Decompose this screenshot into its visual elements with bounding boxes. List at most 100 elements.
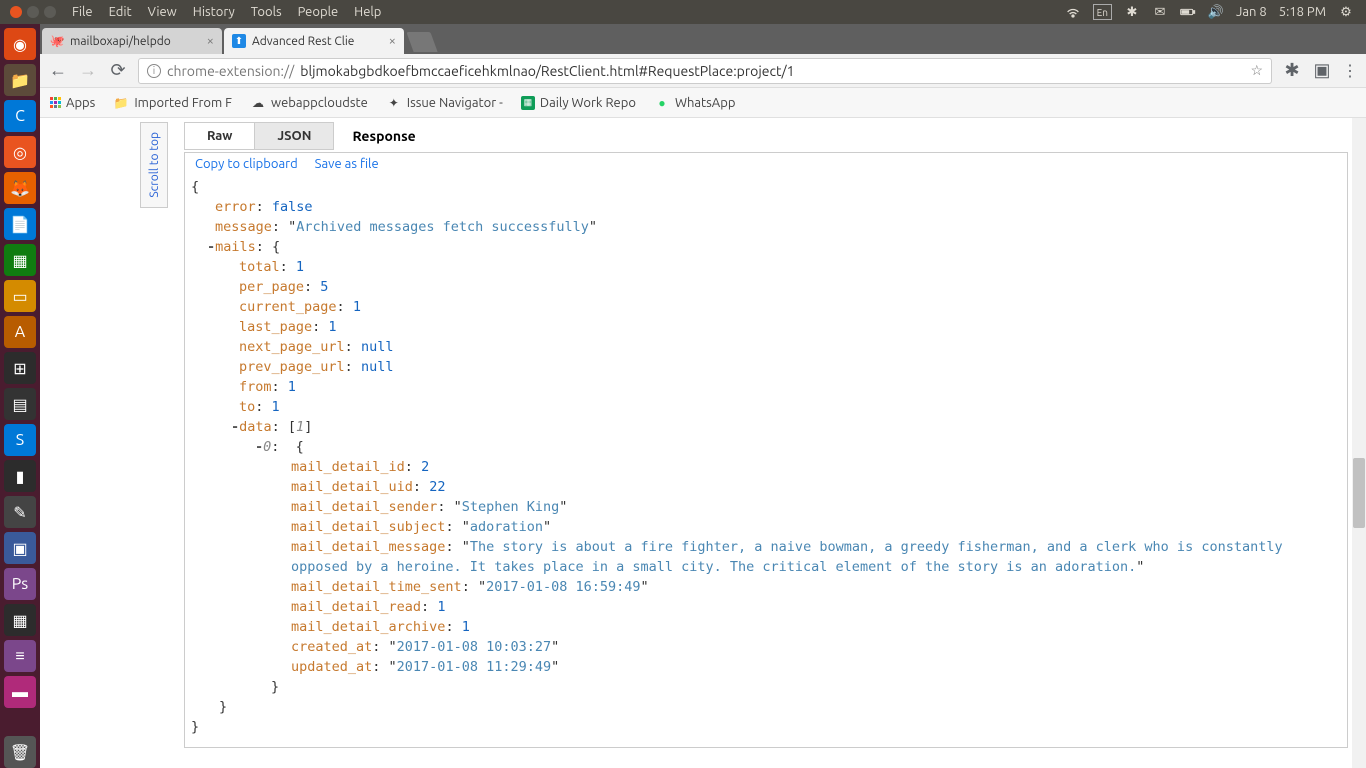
launcher-app[interactable]: ▣ xyxy=(4,532,36,564)
tab-json[interactable]: JSON xyxy=(255,123,333,149)
folder-icon: 📁 xyxy=(113,95,129,111)
apps-button[interactable]: Apps xyxy=(50,96,95,110)
browser-tab-active[interactable]: ⬆ Advanced Rest Clie × xyxy=(224,28,404,54)
collapse-toggle[interactable]: - xyxy=(255,439,263,455)
jira-icon: ✦ xyxy=(386,95,402,111)
apps-icon xyxy=(50,97,61,108)
launcher-app[interactable]: Ps xyxy=(4,568,36,600)
collapse-toggle[interactable]: - xyxy=(231,419,239,435)
extension-icon[interactable]: ▣ xyxy=(1312,60,1332,81)
launcher-calc[interactable]: ▦ xyxy=(4,244,36,276)
address-bar: ← → ⟳ i chrome-extension://bljmokabgbdko… xyxy=(40,54,1366,88)
launcher-app[interactable]: ▦ xyxy=(4,604,36,636)
launcher-trash[interactable]: 🗑 xyxy=(4,736,36,768)
sheet-icon: ▦ xyxy=(521,96,535,110)
clock-date[interactable]: Jan 8 xyxy=(1236,5,1267,19)
launcher-dash[interactable]: ◉ xyxy=(4,28,36,60)
window-close-button[interactable] xyxy=(10,6,22,18)
window-maximize-button[interactable] xyxy=(44,6,56,18)
response-panel: Raw JSON Response Copy to clipboard Save… xyxy=(184,122,1348,748)
back-button[interactable]: ← xyxy=(48,60,68,81)
tab-bar: 🐙 mailboxapi/helpdo × ⬆ Advanced Rest Cl… xyxy=(40,24,1366,54)
launcher-terminal[interactable]: ▮ xyxy=(4,460,36,492)
menu-people[interactable]: People xyxy=(298,5,338,19)
launcher-files[interactable]: 📁 xyxy=(4,64,36,96)
launcher-app[interactable]: ◎ xyxy=(4,136,36,168)
system-menubar: File Edit View History Tools People Help… xyxy=(0,0,1366,24)
extension-icon[interactable]: ✱ xyxy=(1282,60,1302,81)
bookmark-item[interactable]: ✦ Issue Navigator - xyxy=(386,95,503,111)
apps-label: Apps xyxy=(66,96,95,110)
close-icon[interactable]: × xyxy=(207,34,214,48)
bookmark-item[interactable]: ☁ webappcloudste xyxy=(250,95,368,111)
menu-help[interactable]: Help xyxy=(354,5,381,19)
clock-time[interactable]: 5:18 PM xyxy=(1279,5,1326,19)
window-minimize-button[interactable] xyxy=(27,6,39,18)
whatsapp-icon: ● xyxy=(654,95,670,111)
bookmark-label: Issue Navigator - xyxy=(407,96,503,110)
menu-tools[interactable]: Tools xyxy=(251,5,282,19)
response-body: Copy to clipboard Save as file { error: … xyxy=(184,152,1348,748)
scroll-to-top-label: Scroll to top xyxy=(148,132,161,198)
wifi-icon[interactable] xyxy=(1065,4,1081,20)
page-content: Scroll to top Raw JSON Response Copy to … xyxy=(40,118,1366,768)
bookmark-item[interactable]: 📁 Imported From F xyxy=(113,95,232,111)
bookmark-label: webappcloudste xyxy=(271,96,368,110)
cloud-icon: ☁ xyxy=(250,95,266,111)
battery-icon[interactable] xyxy=(1180,4,1196,20)
bookmark-item[interactable]: ▦ Daily Work Repo xyxy=(521,96,636,110)
bookmark-label: Daily Work Repo xyxy=(540,96,636,110)
url-scheme: chrome-extension:// xyxy=(167,63,294,79)
lang-indicator[interactable]: En xyxy=(1093,4,1112,20)
menu-history[interactable]: History xyxy=(193,5,235,19)
tab-raw[interactable]: Raw xyxy=(185,123,255,149)
bookmark-label: WhatsApp xyxy=(675,96,736,110)
chrome-window: 🐙 mailboxapi/helpdo × ⬆ Advanced Rest Cl… xyxy=(40,24,1366,768)
info-icon[interactable]: i xyxy=(147,64,161,78)
launcher-app[interactable]: ▤ xyxy=(4,388,36,420)
new-tab-button[interactable] xyxy=(406,32,437,52)
unity-launcher: ◉ 📁 C ◎ 🦊 📄 ▦ ▭ A ⊞ ▤ S ▮ ✎ ▣ Ps ▦ ≡ ▬ 🗑 xyxy=(0,24,40,768)
launcher-editor[interactable]: ✎ xyxy=(4,496,36,528)
sound-icon[interactable]: 🔊 xyxy=(1208,4,1224,20)
scrollbar-track[interactable] xyxy=(1352,118,1366,768)
menu-file[interactable]: File xyxy=(72,5,93,19)
omnibox[interactable]: i chrome-extension:// bljmokabgbdkoefbmcc… xyxy=(138,58,1272,84)
bookmarks-bar: Apps 📁 Imported From F ☁ webappcloudste … xyxy=(40,88,1366,118)
scrollbar-thumb[interactable] xyxy=(1353,458,1365,528)
scroll-to-top-button[interactable]: Scroll to top xyxy=(140,122,168,208)
launcher-app[interactable]: C xyxy=(4,100,36,132)
launcher-impress[interactable]: ▭ xyxy=(4,280,36,312)
reload-button[interactable]: ⟳ xyxy=(108,60,128,81)
close-icon[interactable]: × xyxy=(389,34,396,48)
mail-icon[interactable]: ✉ xyxy=(1152,4,1168,20)
collapse-toggle[interactable]: - xyxy=(207,239,215,255)
window-controls xyxy=(4,6,62,18)
copy-to-clipboard-link[interactable]: Copy to clipboard xyxy=(195,157,298,171)
github-icon: 🐙 xyxy=(50,34,64,48)
browser-tab[interactable]: 🐙 mailboxapi/helpdo × xyxy=(42,28,222,54)
tab-title: mailboxapi/helpdo xyxy=(70,35,201,48)
menu-edit[interactable]: Edit xyxy=(109,5,132,19)
launcher-app[interactable]: ≡ xyxy=(4,640,36,672)
bookmark-label: Imported From F xyxy=(134,96,232,110)
tab-title: Advanced Rest Clie xyxy=(252,35,383,48)
launcher-app[interactable]: ▬ xyxy=(4,676,36,708)
save-as-file-link[interactable]: Save as file xyxy=(315,157,379,171)
bookmark-item[interactable]: ● WhatsApp xyxy=(654,95,736,111)
launcher-firefox[interactable]: 🦊 xyxy=(4,172,36,204)
url-path: bljmokabgbdkoefbmccaeficehkmlnao/RestCli… xyxy=(300,63,794,79)
launcher-skype[interactable]: S xyxy=(4,424,36,456)
response-tabs: Raw JSON xyxy=(184,122,334,150)
bookmark-star-icon[interactable]: ☆ xyxy=(1250,62,1263,79)
bluetooth-icon[interactable]: ✱ xyxy=(1124,4,1140,20)
response-label: Response xyxy=(352,128,415,144)
launcher-app[interactable]: A xyxy=(4,316,36,348)
chrome-menu-icon[interactable]: ⋮ xyxy=(1342,61,1358,80)
launcher-app[interactable]: ⊞ xyxy=(4,352,36,384)
menu-view[interactable]: View xyxy=(148,5,177,19)
json-view: { error: false message: "Archived messag… xyxy=(185,175,1347,747)
gear-icon[interactable]: ⚙ xyxy=(1338,4,1354,20)
launcher-writer[interactable]: 📄 xyxy=(4,208,36,240)
arc-icon: ⬆ xyxy=(232,34,246,48)
